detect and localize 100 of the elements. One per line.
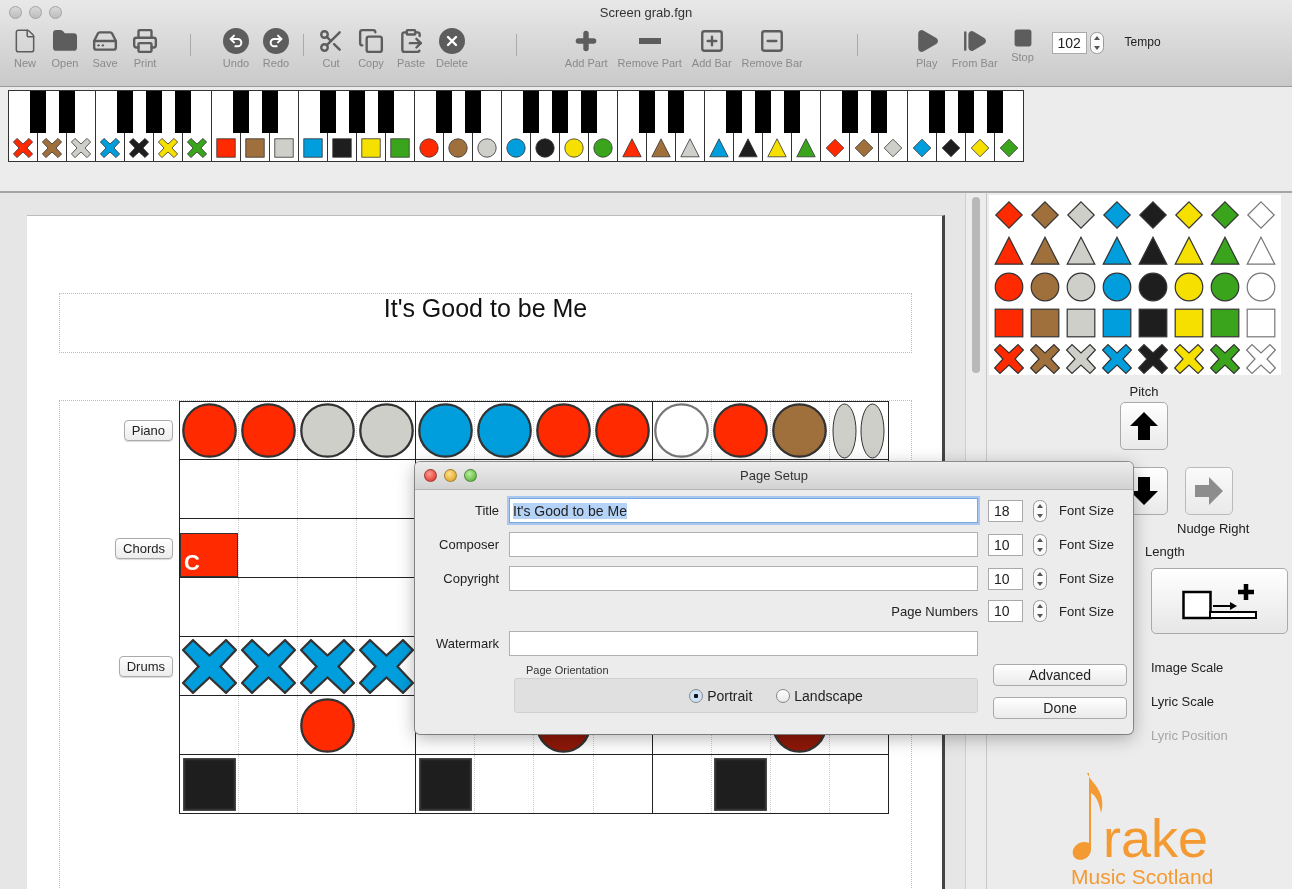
circle-swatch[interactable] xyxy=(994,272,1024,302)
scrollbar-thumb[interactable] xyxy=(972,197,980,373)
part-button[interactable]: Chords xyxy=(115,538,173,559)
stepper-arrows[interactable] xyxy=(1089,32,1104,54)
chord-block: C xyxy=(180,533,239,577)
window-title: Screen grab.fgn xyxy=(599,4,693,20)
window-control[interactable] xyxy=(444,469,457,482)
stop-button[interactable]: Stop xyxy=(1003,28,1042,63)
field-label: Title xyxy=(473,503,499,518)
square-plus-icon xyxy=(698,28,725,54)
text-field[interactable]: It's Good to be Me xyxy=(509,498,978,523)
circle-swatch[interactable] xyxy=(1210,272,1240,302)
cross-swatch[interactable] xyxy=(1174,344,1204,374)
play-button[interactable]: Play xyxy=(907,28,946,69)
radio-button[interactable] xyxy=(776,688,791,703)
cross-swatch[interactable] xyxy=(1102,344,1132,374)
cross-swatch[interactable] xyxy=(1246,344,1276,374)
length-button[interactable] xyxy=(1151,568,1288,634)
triangle-swatch[interactable] xyxy=(1246,236,1276,265)
stepper-arrows[interactable] xyxy=(1033,533,1047,556)
undo-button[interactable]: Undo xyxy=(217,28,255,69)
triangle-swatch[interactable] xyxy=(1066,236,1096,265)
diamond-swatch[interactable] xyxy=(1030,200,1060,230)
pitch-up-button[interactable] xyxy=(1120,402,1168,450)
dialog-button[interactable]: Advanced xyxy=(993,664,1127,686)
copy-button[interactable]: Copy xyxy=(352,28,390,69)
window-control[interactable] xyxy=(424,469,437,482)
text-field[interactable] xyxy=(509,532,978,557)
step-forward-icon xyxy=(961,28,988,54)
stepper-arrows[interactable] xyxy=(1033,499,1047,522)
diamond-swatch[interactable] xyxy=(1174,200,1204,230)
dialog-button[interactable]: Done xyxy=(993,697,1127,719)
circle-swatch[interactable] xyxy=(1174,272,1204,302)
font-size-field[interactable]: 10 xyxy=(988,567,1023,590)
cross-swatch[interactable] xyxy=(994,344,1024,374)
drive-icon xyxy=(92,28,118,54)
triangle-swatch[interactable] xyxy=(1174,236,1204,265)
new-button[interactable]: New xyxy=(6,28,44,69)
tempo-field[interactable]: 102 xyxy=(1051,32,1087,54)
circle-swatch[interactable] xyxy=(1138,272,1168,302)
triangle-swatch[interactable] xyxy=(1210,236,1240,265)
circle-swatch[interactable] xyxy=(1030,272,1060,302)
remove-bar-button[interactable]: Remove Bar xyxy=(737,28,807,69)
diamond-swatch[interactable] xyxy=(1138,200,1168,230)
square-swatch[interactable] xyxy=(1030,308,1060,338)
font-size-field[interactable]: 18 xyxy=(988,499,1023,522)
radio-label[interactable]: Portrait xyxy=(707,687,753,704)
diamond-swatch[interactable] xyxy=(1102,200,1132,230)
print-button[interactable]: Print xyxy=(126,28,164,69)
diamond-swatch[interactable] xyxy=(1210,200,1240,230)
font-size-label: Font Size xyxy=(1059,503,1115,518)
part-button[interactable]: Drums xyxy=(118,656,173,677)
cross-swatch[interactable] xyxy=(1210,344,1240,374)
square-swatch[interactable] xyxy=(994,308,1024,338)
radio-button[interactable] xyxy=(689,688,704,703)
triangle-swatch[interactable] xyxy=(1030,236,1060,265)
save-button[interactable]: Save xyxy=(86,28,124,69)
radio-label[interactable]: Landscape xyxy=(794,687,863,704)
stepper-arrows[interactable] xyxy=(1033,567,1047,590)
add-bar-button[interactable]: Add Bar xyxy=(687,28,736,69)
diamond-swatch[interactable] xyxy=(1246,200,1276,230)
stepper-arrows[interactable] xyxy=(1033,600,1047,622)
add-part-button[interactable]: Add Part xyxy=(560,28,612,69)
window-control[interactable] xyxy=(464,469,477,482)
square-swatch[interactable] xyxy=(1066,308,1096,338)
delete-icon xyxy=(438,28,465,54)
logo-text: rake xyxy=(1103,813,1209,863)
delete-button[interactable]: Delete xyxy=(432,28,472,69)
cross-swatch[interactable] xyxy=(1030,344,1060,374)
diamond-swatch[interactable] xyxy=(1066,200,1096,230)
cross-swatch[interactable] xyxy=(1066,344,1096,374)
cut-button[interactable]: Cut xyxy=(312,28,350,69)
stop-icon xyxy=(1012,28,1033,48)
triangle-swatch[interactable] xyxy=(994,236,1024,265)
square-swatch[interactable] xyxy=(1246,308,1276,338)
from-bar-button[interactable]: From Bar xyxy=(947,28,1002,69)
open-button[interactable]: Open xyxy=(46,28,84,69)
extend-length-icon xyxy=(1181,582,1258,620)
diamond-swatch[interactable] xyxy=(994,200,1024,230)
remove-part-button[interactable]: Remove Part xyxy=(613,28,686,69)
square-swatch[interactable] xyxy=(1102,308,1132,338)
font-size-field[interactable]: 10 xyxy=(988,600,1023,622)
text-field[interactable] xyxy=(509,631,978,656)
square-swatch[interactable] xyxy=(1174,308,1204,338)
part-button[interactable]: Piano xyxy=(123,420,173,441)
cross-swatch[interactable] xyxy=(1138,344,1168,374)
paste-button[interactable]: Paste xyxy=(392,28,430,69)
triangle-swatch[interactable] xyxy=(1138,236,1168,265)
text-field[interactable] xyxy=(509,566,978,591)
triangle-swatch[interactable] xyxy=(1102,236,1132,265)
setting-label: Lyric Scale xyxy=(1151,694,1215,709)
copy-icon xyxy=(358,28,384,54)
redo-button[interactable]: Redo xyxy=(257,28,295,69)
square-swatch[interactable] xyxy=(1210,308,1240,338)
circle-swatch[interactable] xyxy=(1066,272,1096,302)
circle-swatch[interactable] xyxy=(1102,272,1132,302)
circle-swatch[interactable] xyxy=(1246,272,1276,302)
font-size-field[interactable]: 10 xyxy=(988,533,1023,556)
redo-icon xyxy=(263,28,289,54)
square-swatch[interactable] xyxy=(1138,308,1168,338)
